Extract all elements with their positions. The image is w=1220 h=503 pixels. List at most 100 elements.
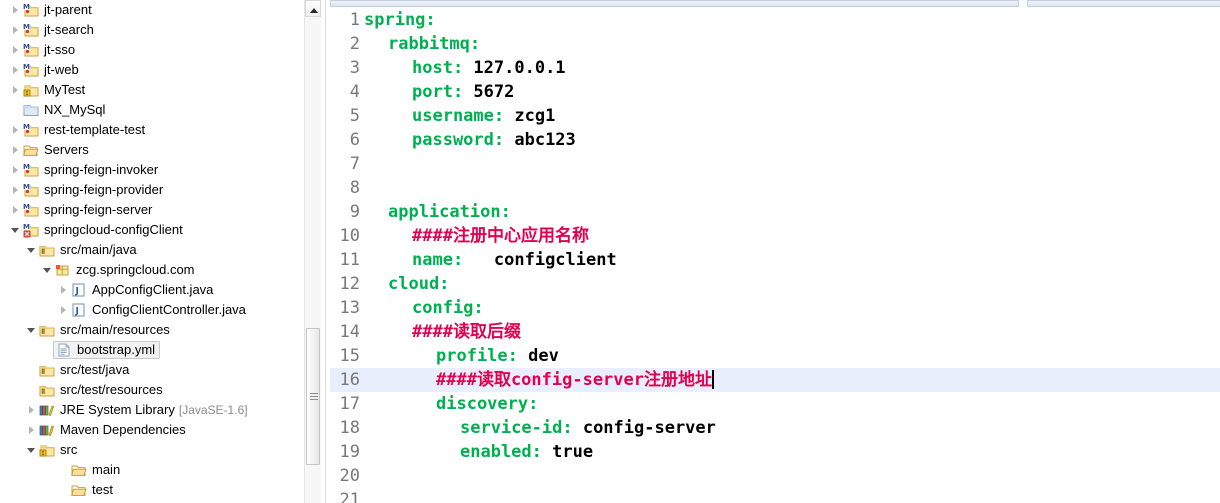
tree-item-content[interactable]: JRE System Library [JavaSE-1.6] bbox=[38, 400, 248, 420]
chevron-right-icon[interactable] bbox=[58, 300, 70, 320]
tree-item-content[interactable]: src/test/resources bbox=[38, 380, 163, 400]
tree-item-content[interactable]: MyTest bbox=[22, 80, 85, 100]
tree-item[interactable]: Maven Dependencies bbox=[0, 420, 321, 440]
code-line[interactable]: 1 spring: bbox=[330, 8, 1220, 32]
tree-item[interactable]: test bbox=[0, 480, 321, 500]
code-line[interactable]: 17 discovery: bbox=[330, 392, 1220, 416]
tree-item-content[interactable]: src bbox=[38, 440, 77, 460]
chevron-down-icon[interactable] bbox=[42, 260, 54, 280]
code-line[interactable]: 12 cloud: bbox=[330, 272, 1220, 296]
code-line[interactable]: 5 username: zcg1 bbox=[330, 104, 1220, 128]
tree-item[interactable]: JRE System Library [JavaSE-1.6] bbox=[0, 400, 321, 420]
chevron-down-icon[interactable] bbox=[10, 220, 22, 240]
tree-item[interactable]: NX_MySql bbox=[0, 100, 321, 120]
tree-item-content[interactable]: M spring-feign-provider bbox=[22, 180, 163, 200]
editor-hscroll-track-left[interactable] bbox=[330, 0, 1019, 7]
tree-item-content[interactable]: Servers bbox=[22, 140, 89, 160]
tree-item[interactable]: src/test/resources bbox=[0, 380, 321, 400]
code-line[interactable]: 19 enabled: true bbox=[330, 440, 1220, 464]
code-line[interactable]: 6 password: abc123 bbox=[330, 128, 1220, 152]
chevron-right-icon[interactable] bbox=[10, 20, 22, 40]
tree-item-content[interactable]: zcg.springcloud.com bbox=[54, 260, 195, 280]
chevron-down-icon[interactable] bbox=[26, 320, 38, 340]
chevron-down-icon[interactable] bbox=[26, 240, 38, 260]
code-editor[interactable]: 1 spring: 2 rabbitmq: 3 host: 127.0.0.1 4 port:… bbox=[330, 0, 1220, 503]
editor-horizontal-scrollbar[interactable] bbox=[330, 0, 1220, 8]
code-line[interactable]: 16 ####读取config-server注册地址 bbox=[330, 368, 1220, 392]
tree-item-content[interactable]: M spring-feign-server bbox=[22, 200, 152, 220]
chevron-right-icon[interactable] bbox=[10, 0, 22, 20]
tree-item[interactable]: src bbox=[0, 440, 321, 460]
tree-item[interactable]: M rest-template-test bbox=[0, 120, 321, 140]
chevron-right-icon[interactable] bbox=[10, 140, 22, 160]
code-line[interactable]: 14 ####读取后缀 bbox=[330, 320, 1220, 344]
scroll-thumb[interactable] bbox=[306, 328, 320, 465]
tree-item-content[interactable]: M jt-web bbox=[22, 60, 79, 80]
tree-item[interactable]: M springcloud-configClient bbox=[0, 220, 321, 240]
chevron-right-icon[interactable] bbox=[10, 180, 22, 200]
code-line[interactable]: 21 bbox=[330, 488, 1220, 503]
chevron-right-icon[interactable] bbox=[10, 60, 22, 80]
code-line[interactable]: 18 service-id: config-server bbox=[330, 416, 1220, 440]
tree-item[interactable]: M jt-parent bbox=[0, 0, 321, 20]
tree-item[interactable]: M spring-feign-server bbox=[0, 200, 321, 220]
tree-item-content[interactable]: M spring-feign-invoker bbox=[22, 160, 158, 180]
tree-item[interactable]: src/test/java bbox=[0, 360, 321, 380]
code-line[interactable]: 10 ####注册中心应用名称 bbox=[330, 224, 1220, 248]
chevron-right-icon[interactable] bbox=[10, 160, 22, 180]
tree-item-content[interactable]: J ConfigClientController.java bbox=[70, 300, 246, 320]
tree-item-content[interactable]: M jt-sso bbox=[22, 40, 75, 60]
code-line[interactable]: 7 bbox=[330, 152, 1220, 176]
tree-item[interactable]: M jt-sso bbox=[0, 40, 321, 60]
chevron-right-icon[interactable] bbox=[58, 280, 70, 300]
project-tree[interactable]: M jt-parent M jt-search M jt-sso M jt-we… bbox=[0, 0, 321, 500]
tree-item-content[interactable]: M jt-parent bbox=[22, 0, 92, 20]
tree-item[interactable]: zcg.springcloud.com bbox=[0, 260, 321, 280]
chevron-right-icon[interactable] bbox=[10, 120, 22, 140]
tree-item[interactable]: J ConfigClientController.java bbox=[0, 300, 321, 320]
tree-item-content[interactable]: M rest-template-test bbox=[22, 120, 145, 140]
tree-item-content[interactable]: bootstrap.yml bbox=[53, 341, 161, 359]
chevron-right-icon[interactable] bbox=[26, 400, 38, 420]
pane-divider[interactable] bbox=[321, 0, 330, 503]
code-line[interactable]: 8 bbox=[330, 176, 1220, 200]
tree-item-content[interactable]: test bbox=[70, 480, 113, 500]
tree-item[interactable]: src/main/resources bbox=[0, 320, 321, 340]
tree-item-content[interactable]: Maven Dependencies bbox=[38, 420, 186, 440]
code-line[interactable]: 4 port: 5672 bbox=[330, 80, 1220, 104]
tree-item-content[interactable]: src/main/resources bbox=[38, 320, 170, 340]
editor-hscroll-track-right[interactable] bbox=[1027, 0, 1220, 7]
tree-item[interactable]: J AppConfigClient.java bbox=[0, 280, 321, 300]
code-line[interactable]: 2 rabbitmq: bbox=[330, 32, 1220, 56]
tree-item[interactable]: bootstrap.yml bbox=[0, 340, 321, 360]
tree-item[interactable]: M spring-feign-invoker bbox=[0, 160, 321, 180]
tree-item[interactable]: main bbox=[0, 460, 321, 480]
tree-item-content[interactable]: main bbox=[70, 460, 120, 480]
tree-item[interactable]: M spring-feign-provider bbox=[0, 180, 321, 200]
chevron-right-icon[interactable] bbox=[10, 40, 22, 60]
tree-item-content[interactable]: src/main/java bbox=[38, 240, 137, 260]
tree-item-content[interactable]: J AppConfigClient.java bbox=[70, 280, 213, 300]
tree-item[interactable]: MyTest bbox=[0, 80, 321, 100]
tree-item[interactable]: Servers bbox=[0, 140, 321, 160]
chevron-right-icon[interactable] bbox=[10, 80, 22, 100]
code-line[interactable]: 9 application: bbox=[330, 200, 1220, 224]
tree-item[interactable]: M jt-web bbox=[0, 60, 321, 80]
explorer-vertical-scrollbar[interactable] bbox=[304, 0, 321, 503]
scroll-up-arrow-icon[interactable] bbox=[305, 0, 321, 17]
tree-item-content[interactable]: src/test/java bbox=[38, 360, 129, 380]
code-line[interactable]: 15 profile: dev bbox=[330, 344, 1220, 368]
chevron-right-icon[interactable] bbox=[26, 420, 38, 440]
tree-item-content[interactable]: M jt-search bbox=[22, 20, 94, 40]
chevron-down-icon[interactable] bbox=[26, 440, 38, 460]
chevron-right-icon[interactable] bbox=[10, 200, 22, 220]
code-line[interactable]: 11 name: configclient bbox=[330, 248, 1220, 272]
code-lines[interactable]: 1 spring: 2 rabbitmq: 3 host: 127.0.0.1 4 port:… bbox=[330, 8, 1220, 503]
tree-item[interactable]: src/main/java bbox=[0, 240, 321, 260]
tree-item-content[interactable]: NX_MySql bbox=[22, 100, 105, 120]
code-line[interactable]: 3 host: 127.0.0.1 bbox=[330, 56, 1220, 80]
tree-item[interactable]: M jt-search bbox=[0, 20, 321, 40]
tree-item-content[interactable]: M springcloud-configClient bbox=[22, 220, 183, 240]
code-line[interactable]: 13 config: bbox=[330, 296, 1220, 320]
code-line[interactable]: 20 bbox=[330, 464, 1220, 488]
